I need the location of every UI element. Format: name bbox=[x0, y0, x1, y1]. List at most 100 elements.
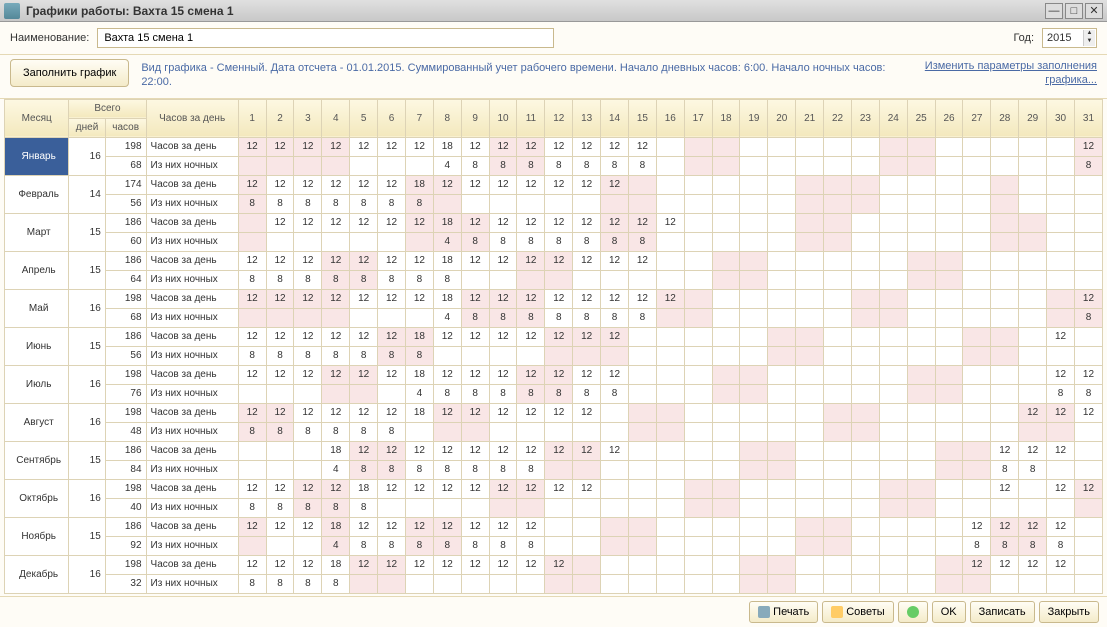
day-cell[interactable]: 18 bbox=[433, 137, 461, 156]
day-cell[interactable] bbox=[796, 289, 824, 308]
night-cell[interactable] bbox=[935, 308, 963, 327]
day-cell[interactable] bbox=[935, 517, 963, 536]
day-cell[interactable]: 12 bbox=[294, 289, 322, 308]
day-cell[interactable] bbox=[266, 441, 294, 460]
night-cell[interactable] bbox=[1074, 574, 1102, 593]
night-cell[interactable] bbox=[601, 270, 629, 289]
day-cell[interactable]: 12 bbox=[991, 555, 1019, 574]
day-cell[interactable]: 12 bbox=[545, 479, 573, 498]
night-cell[interactable]: 8 bbox=[322, 422, 350, 441]
night-cell[interactable] bbox=[851, 384, 879, 403]
night-cell[interactable] bbox=[879, 422, 907, 441]
night-cell[interactable]: 8 bbox=[545, 384, 573, 403]
night-cell[interactable] bbox=[266, 536, 294, 555]
night-cell[interactable]: 8 bbox=[1074, 156, 1102, 175]
day-cell[interactable] bbox=[628, 441, 656, 460]
night-cell[interactable]: 8 bbox=[378, 460, 406, 479]
night-cell[interactable] bbox=[517, 194, 545, 213]
save-button[interactable]: Записать bbox=[970, 601, 1035, 623]
night-cell[interactable] bbox=[963, 460, 991, 479]
night-cell[interactable] bbox=[740, 308, 768, 327]
day-cell[interactable]: 12 bbox=[461, 517, 489, 536]
day-cell[interactable] bbox=[796, 479, 824, 498]
night-cell[interactable] bbox=[433, 498, 461, 517]
night-cell[interactable] bbox=[405, 422, 433, 441]
night-cell[interactable]: 8 bbox=[517, 156, 545, 175]
day-cell[interactable] bbox=[824, 213, 852, 232]
night-cell[interactable] bbox=[545, 270, 573, 289]
day-cell[interactable] bbox=[935, 289, 963, 308]
night-cell[interactable] bbox=[601, 194, 629, 213]
day-cell[interactable]: 12 bbox=[378, 327, 406, 346]
night-cell[interactable]: 8 bbox=[489, 156, 517, 175]
day-cell[interactable]: 12 bbox=[294, 479, 322, 498]
day-cell[interactable] bbox=[1019, 213, 1047, 232]
night-cell[interactable] bbox=[907, 384, 935, 403]
night-cell[interactable] bbox=[824, 194, 852, 213]
day-cell[interactable]: 12 bbox=[1047, 327, 1075, 346]
day-cell[interactable]: 12 bbox=[489, 327, 517, 346]
day-cell[interactable] bbox=[824, 517, 852, 536]
night-cell[interactable] bbox=[796, 536, 824, 555]
day-cell[interactable]: 12 bbox=[1074, 403, 1102, 422]
night-cell[interactable] bbox=[796, 232, 824, 251]
night-cell[interactable]: 8 bbox=[991, 536, 1019, 555]
table-row[interactable]: Март15186Часов за день121212121212181212… bbox=[5, 213, 1103, 232]
night-cell[interactable] bbox=[851, 574, 879, 593]
day-cell[interactable] bbox=[712, 175, 740, 194]
night-cell[interactable] bbox=[963, 422, 991, 441]
day-cell[interactable]: 12 bbox=[433, 479, 461, 498]
night-cell[interactable] bbox=[573, 574, 601, 593]
night-cell[interactable]: 8 bbox=[350, 460, 378, 479]
night-cell[interactable] bbox=[378, 232, 406, 251]
night-cell[interactable] bbox=[656, 346, 684, 365]
day-cell[interactable]: 12 bbox=[1074, 137, 1102, 156]
day-cell[interactable]: 12 bbox=[489, 213, 517, 232]
night-cell[interactable] bbox=[1047, 232, 1075, 251]
maximize-button[interactable]: □ bbox=[1065, 3, 1083, 19]
day-cell[interactable] bbox=[768, 137, 796, 156]
night-cell[interactable] bbox=[656, 574, 684, 593]
day-cell[interactable]: 12 bbox=[322, 403, 350, 422]
night-cell[interactable]: 8 bbox=[238, 498, 266, 517]
night-cell[interactable] bbox=[824, 232, 852, 251]
night-cell[interactable] bbox=[1074, 270, 1102, 289]
day-cell[interactable] bbox=[740, 555, 768, 574]
day-cell[interactable]: 18 bbox=[322, 517, 350, 536]
night-cell[interactable] bbox=[545, 536, 573, 555]
day-cell[interactable]: 12 bbox=[489, 403, 517, 422]
night-cell[interactable] bbox=[1019, 232, 1047, 251]
night-cell[interactable] bbox=[879, 346, 907, 365]
day-cell[interactable] bbox=[991, 289, 1019, 308]
day-cell[interactable] bbox=[907, 479, 935, 498]
day-cell[interactable] bbox=[907, 137, 935, 156]
day-cell[interactable] bbox=[1047, 251, 1075, 270]
night-cell[interactable]: 8 bbox=[266, 498, 294, 517]
night-cell[interactable]: 8 bbox=[322, 346, 350, 365]
night-cell[interactable] bbox=[935, 460, 963, 479]
day-cell[interactable] bbox=[712, 517, 740, 536]
day-cell[interactable]: 12 bbox=[350, 403, 378, 422]
day-cell[interactable]: 12 bbox=[266, 327, 294, 346]
day-cell[interactable] bbox=[991, 327, 1019, 346]
night-cell[interactable]: 8 bbox=[405, 194, 433, 213]
day-cell[interactable] bbox=[712, 251, 740, 270]
night-cell[interactable] bbox=[489, 574, 517, 593]
day-cell[interactable] bbox=[1074, 213, 1102, 232]
night-cell[interactable] bbox=[796, 156, 824, 175]
day-cell[interactable] bbox=[712, 213, 740, 232]
hints-button[interactable]: Советы bbox=[822, 601, 893, 623]
night-cell[interactable]: 8 bbox=[294, 574, 322, 593]
night-cell[interactable] bbox=[656, 460, 684, 479]
day-cell[interactable]: 12 bbox=[545, 137, 573, 156]
day-cell[interactable]: 12 bbox=[266, 517, 294, 536]
night-cell[interactable] bbox=[935, 498, 963, 517]
day-cell[interactable]: 12 bbox=[350, 441, 378, 460]
day-cell[interactable] bbox=[740, 441, 768, 460]
day-cell[interactable]: 12 bbox=[517, 365, 545, 384]
night-cell[interactable]: 4 bbox=[433, 156, 461, 175]
day-cell[interactable] bbox=[1019, 175, 1047, 194]
night-cell[interactable] bbox=[656, 308, 684, 327]
night-cell[interactable] bbox=[796, 270, 824, 289]
day-cell[interactable]: 12 bbox=[517, 403, 545, 422]
